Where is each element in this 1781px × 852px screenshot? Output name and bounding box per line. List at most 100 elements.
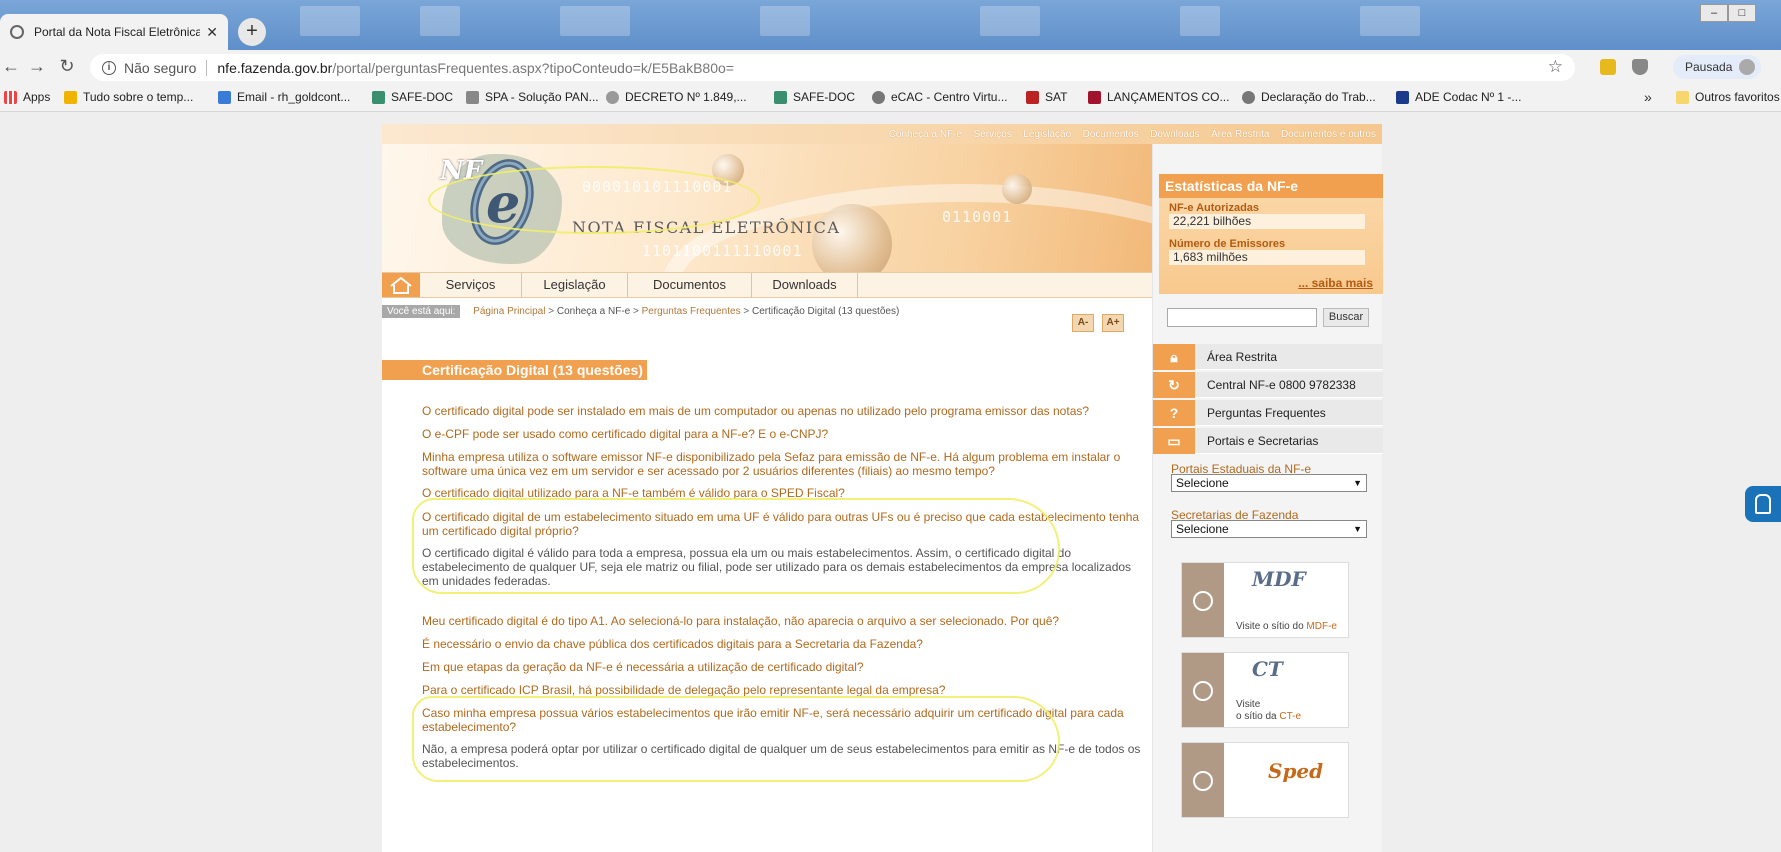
- faq-question[interactable]: Minha empresa utiliza o software emissor…: [422, 450, 1142, 478]
- bookmark-item[interactable]: SAFE-DOC: [774, 90, 855, 104]
- breadcrumb-link[interactable]: Conheça a NF-e: [557, 306, 630, 317]
- globe-icon: [1182, 653, 1224, 727]
- faq-question[interactable]: Em que etapas da geração da NF-e é neces…: [422, 660, 1142, 674]
- sidebar-item-label: Área Restrita: [1207, 350, 1278, 364]
- topnav-link[interactable]: Legislação: [1023, 129, 1071, 140]
- sped-logo: Sped: [1268, 759, 1324, 783]
- bookmark-item[interactable]: eCAC - Centro Virtu...: [872, 90, 1007, 104]
- font-decrease-button[interactable]: A-: [1072, 314, 1094, 332]
- search-input[interactable]: [1167, 308, 1317, 327]
- bookmark-item[interactable]: SAFE-DOC: [372, 90, 453, 104]
- bookmark-item[interactable]: Email - rh_goldcont...: [218, 90, 350, 104]
- tab-strip: Portal da Nota Fiscal Eletrônica ✕ + – □…: [0, 0, 1781, 50]
- bookmark-item[interactable]: Tudo sobre o temp...: [64, 90, 193, 104]
- chevron-down-icon: ▼: [1353, 478, 1362, 488]
- security-status[interactable]: Não seguro: [124, 60, 196, 76]
- home-button[interactable]: [382, 273, 420, 297]
- topnav-link[interactable]: Downloads: [1150, 129, 1199, 140]
- highlight-annotation: [412, 696, 1060, 782]
- bookmark-item[interactable]: SPA - Solução PAN...: [466, 90, 599, 104]
- faq-question[interactable]: O e-CPF pode ser usado como certificado …: [422, 427, 1142, 441]
- url-host: nfe.fazenda.gov.br: [217, 59, 333, 76]
- faq-question[interactable]: Para o certificado ICP Brasil, há possib…: [422, 683, 1142, 697]
- sidebar-item-faq[interactable]: ? Perguntas Frequentes: [1153, 400, 1383, 426]
- question-icon: ?: [1153, 400, 1195, 426]
- stats-title: Estatísticas da NF-e: [1159, 174, 1383, 198]
- nav-downloads[interactable]: Downloads: [752, 273, 858, 297]
- sidebar-item-central[interactable]: ↻ Central NF-e 0800 9782338: [1153, 372, 1383, 398]
- nav-documentos[interactable]: Documentos: [628, 273, 752, 297]
- topnav-link[interactable]: Documentos: [1083, 129, 1139, 140]
- sidebar-item-label: Perguntas Frequentes: [1207, 406, 1326, 420]
- nav-servicos[interactable]: Serviços: [420, 273, 522, 297]
- close-tab-icon[interactable]: ✕: [206, 24, 218, 41]
- select-value: Selecione: [1176, 522, 1229, 536]
- bookmark-item[interactable]: Declaração do Trab...: [1242, 90, 1376, 104]
- forward-icon[interactable]: →: [26, 56, 48, 77]
- breadcrumb-link[interactable]: Perguntas Frequentes: [642, 306, 741, 317]
- banner-decoration: 1101100111110001: [642, 242, 803, 260]
- issuers-value: 1,683 milhões: [1169, 250, 1365, 265]
- sat-icon: [1026, 90, 1039, 104]
- breadcrumb-separator: >: [548, 306, 555, 317]
- background-decoration: [1360, 6, 1420, 36]
- breadcrumb: Você está aqui: Página Principal > Conhe…: [382, 305, 899, 320]
- new-tab-button[interactable]: +: [238, 18, 266, 46]
- extension-icon[interactable]: [1600, 59, 1616, 75]
- other-bookmarks[interactable]: Outros favoritos: [1676, 90, 1780, 104]
- browser-toolbar: ← → ↻ i Não seguro nfe.fazenda.gov.br /p…: [0, 50, 1781, 84]
- sped-banner[interactable]: Sped: [1181, 742, 1349, 818]
- breadcrumb-label: Você está aqui:: [382, 305, 461, 318]
- search-button[interactable]: Buscar: [1323, 308, 1369, 327]
- faq-question[interactable]: É necessário o envio da chave pública do…: [422, 637, 1142, 651]
- banner-decoration: [1002, 174, 1032, 204]
- topnav-link[interactable]: Documentos e outros: [1281, 129, 1376, 140]
- browser-tab[interactable]: Portal da Nota Fiscal Eletrônica ✕: [0, 14, 228, 50]
- address-bar[interactable]: i Não seguro nfe.fazenda.gov.br /portal/…: [90, 54, 1575, 81]
- accessibility-button[interactable]: [1745, 486, 1781, 522]
- bookmarks-overflow-button[interactable]: »: [1644, 89, 1652, 105]
- bookmark-apps[interactable]: Apps: [4, 90, 50, 104]
- topnav-link[interactable]: Serviços: [974, 129, 1012, 140]
- home-icon: [390, 276, 412, 294]
- tab-title: Portal da Nota Fiscal Eletrônica: [34, 25, 201, 39]
- nav-legislacao[interactable]: Legislação: [522, 273, 628, 297]
- faq-question[interactable]: Meu certificado digital é do tipo A1. Ao…: [422, 614, 1142, 628]
- cte-banner[interactable]: CT Visite o sítio da CT-e: [1181, 652, 1349, 728]
- bookmark-item[interactable]: LANÇAMENTOS CO...: [1088, 90, 1229, 104]
- shield-icon[interactable]: [1632, 59, 1648, 75]
- bookmark-item[interactable]: DECRETO Nº 1.849,...: [606, 90, 747, 104]
- bookmark-star-icon[interactable]: ☆: [1548, 57, 1563, 77]
- mdfe-banner[interactable]: MDF Visite o sítio do MDF-e: [1181, 562, 1349, 638]
- minimize-button[interactable]: –: [1700, 4, 1728, 22]
- select-value: Selecione: [1176, 476, 1229, 490]
- promo-text: Visite o sítio do MDF-e: [1236, 621, 1337, 632]
- page-title: Certificação Digital (13 questões): [382, 360, 647, 380]
- state-portals-select[interactable]: Selecione ▼: [1171, 474, 1367, 492]
- bookmark-item[interactable]: ADE Codac Nº 1 -...: [1396, 90, 1521, 104]
- sidebar-item-area-restrita[interactable]: 🔒︎ Área Restrita: [1153, 344, 1383, 370]
- info-icon[interactable]: i: [102, 60, 116, 75]
- topnav-link[interactable]: Conheça a NF-e: [889, 129, 962, 140]
- reload-icon[interactable]: ↻: [56, 56, 78, 77]
- profile-button[interactable]: Pausada: [1673, 55, 1761, 79]
- chevron-down-icon: ▼: [1353, 524, 1362, 534]
- font-increase-button[interactable]: A+: [1102, 314, 1124, 332]
- background-decoration: [980, 6, 1040, 36]
- stats-more-link[interactable]: ... saiba mais: [1298, 276, 1373, 290]
- background-decoration: [760, 6, 810, 36]
- bookmark-item[interactable]: SAT: [1026, 90, 1067, 104]
- sidebar-item-label: Portais e Secretarias: [1207, 434, 1319, 448]
- url-path: /portal/perguntasFrequentes.aspx?tipoCon…: [332, 59, 734, 76]
- globe-icon: [10, 25, 24, 39]
- treasury-select[interactable]: Selecione ▼: [1171, 520, 1367, 538]
- spa-icon: [466, 90, 479, 104]
- back-icon[interactable]: ←: [0, 56, 22, 77]
- sidebar-item-portais[interactable]: ▭ Portais e Secretarias: [1153, 428, 1383, 454]
- breadcrumb-link[interactable]: Página Principal: [473, 306, 545, 317]
- topnav-link[interactable]: Área Restrita: [1211, 129, 1269, 140]
- faq-question[interactable]: O certificado digital pode ser instalado…: [422, 404, 1142, 418]
- divider: [206, 59, 208, 76]
- maximize-button[interactable]: □: [1728, 4, 1756, 22]
- sidebar-item-label: Central NF-e 0800 9782338: [1207, 378, 1356, 392]
